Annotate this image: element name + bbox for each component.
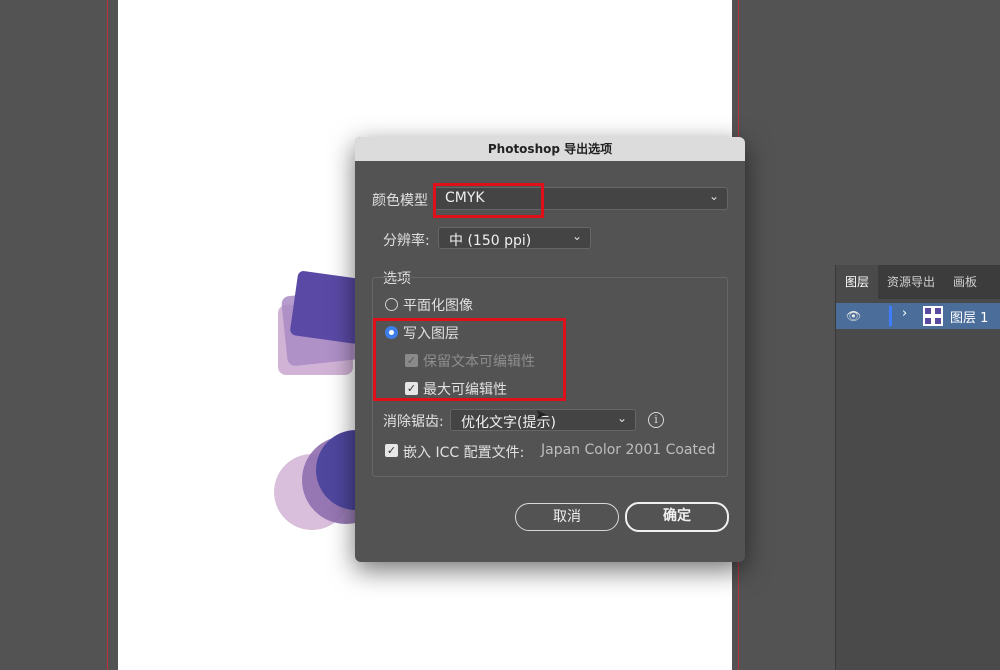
bleed-guide-left xyxy=(107,0,108,670)
tab-layers[interactable]: 图层 xyxy=(836,265,879,299)
artwork-circle-shape[interactable] xyxy=(272,430,362,540)
canvas-pasteboard-left xyxy=(0,0,118,670)
chevron-right-icon[interactable]: › xyxy=(902,306,907,321)
antialias-label: 消除锯齿: xyxy=(383,414,444,430)
max-editability-checkbox[interactable]: ✓ xyxy=(405,382,418,395)
flatten-label[interactable]: 平面化图像 xyxy=(403,295,473,315)
pointer-cursor-icon: ➤ xyxy=(535,407,547,423)
eye-icon[interactable]: 👁 xyxy=(846,309,861,323)
preserve-text-label: 保留文本可编辑性 xyxy=(423,354,535,370)
chevron-down-icon: ⌄ xyxy=(571,229,582,243)
color-model-value: CMYK xyxy=(445,190,485,206)
tab-artboards[interactable]: 画板 xyxy=(944,265,986,299)
preserve-text-checkbox[interactable]: ✓ xyxy=(405,354,418,367)
flatten-radio[interactable] xyxy=(385,298,398,311)
embed-icc-label[interactable]: 嵌入 ICC 配置文件: xyxy=(403,442,524,462)
embed-icc-profile-value: Japan Color 2001 Coated xyxy=(541,442,716,458)
layer-name[interactable]: 图层 1 xyxy=(950,307,988,326)
color-model-select[interactable]: CMYK ⌄ xyxy=(434,187,728,210)
chevron-down-icon: ⌄ xyxy=(708,189,719,203)
dialog-title: Photoshop 导出选项 xyxy=(355,137,745,161)
resolution-label: 分辨率: xyxy=(383,233,430,249)
artwork-envelope-shape[interactable] xyxy=(270,265,360,385)
layer-color-bar xyxy=(889,306,892,326)
tab-asset-export[interactable]: 资源导出 xyxy=(878,265,944,299)
info-icon[interactable]: i xyxy=(648,412,664,428)
write-layers-radio[interactable] xyxy=(385,326,398,339)
cancel-button[interactable]: 取消 xyxy=(515,503,619,531)
embed-icc-checkbox[interactable]: ✓ xyxy=(385,444,398,457)
chevron-down-icon: ⌄ xyxy=(616,411,627,425)
layer-row[interactable]: 👁 › 图层 1 xyxy=(836,303,1000,329)
photoshop-export-options-dialog: Photoshop 导出选项 颜色模型 CMYK ⌄ 分辨率: 中 (150 p… xyxy=(355,137,745,562)
resolution-value: 中 (150 ppi) xyxy=(449,233,532,249)
color-model-label: 颜色模型 xyxy=(372,193,428,209)
resolution-select[interactable]: 中 (150 ppi) ⌄ xyxy=(438,227,591,249)
layer-thumbnail xyxy=(923,306,943,326)
panel-tabs: 图层 资源导出 画板 xyxy=(836,265,1000,299)
write-layers-label[interactable]: 写入图层 xyxy=(403,323,459,343)
layers-panel: 图层 资源导出 画板 👁 › 图层 1 xyxy=(835,265,1000,670)
max-editability-label[interactable]: 最大可编辑性 xyxy=(423,379,507,399)
ok-button[interactable]: 确定 xyxy=(625,502,729,532)
